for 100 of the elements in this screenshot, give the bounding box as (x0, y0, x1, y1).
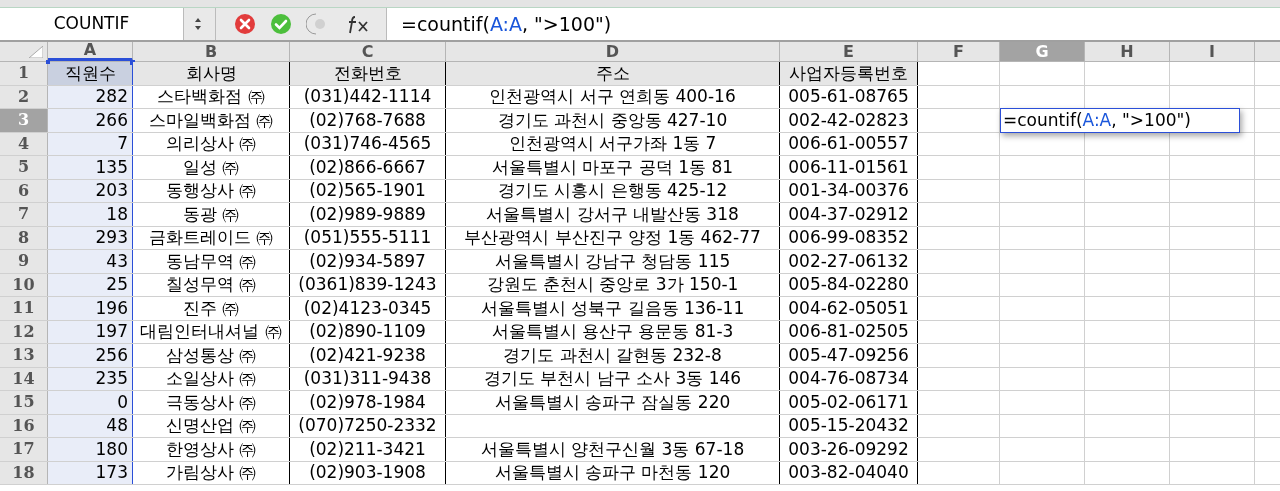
table-cell: 주소 (595, 64, 630, 82)
table-cell: 005-02-06171 (788, 393, 909, 411)
column-header[interactable]: C (290, 42, 446, 61)
table-cell: 스마일백화점 ㈜ (148, 111, 274, 129)
table-cell: 경기도 과천시 중앙동 427-10 (497, 111, 728, 129)
table-cell: 25 (106, 276, 128, 294)
table-cell: (02)989-9889 (309, 205, 426, 223)
table-cell: 004-76-08734 (788, 370, 909, 388)
table-cell: 197 (95, 323, 128, 341)
table-cell: (031)746-4565 (303, 135, 432, 153)
table-cell: (02)934-5897 (309, 252, 426, 270)
table-cell: 동광 ㈜ (182, 205, 240, 223)
column-header[interactable]: H (1085, 42, 1170, 61)
table-cell: (02)890-1109 (309, 323, 426, 341)
table-cell: 스타백화점 ㈜ (157, 88, 265, 106)
row-header[interactable]: 11 (0, 297, 48, 320)
row-header[interactable]: 14 (0, 367, 48, 390)
table-cell: 금화트레이드 ㈜ (148, 229, 274, 247)
table-cell: 일성 ㈜ (182, 158, 240, 176)
table-cell: (02)211-3421 (309, 440, 426, 458)
table-cell: 가림상사 ㈜ (165, 464, 257, 482)
name-box[interactable]: COUNTIF (0, 8, 183, 40)
row-header[interactable]: 2 (0, 85, 48, 108)
table-cell: 282 (95, 88, 128, 106)
row-header[interactable]: 6 (0, 179, 48, 202)
table-cell: 43 (106, 252, 128, 270)
table-cell: 서울특별시 마포구 공덕 1동 81 (491, 158, 734, 176)
table-cell: 235 (95, 370, 128, 388)
table-cell: 18 (106, 205, 128, 223)
table-cell: 서울특별시 강남구 청담동 115 (494, 252, 731, 270)
table-cell: 293 (95, 229, 128, 247)
row-header[interactable]: 4 (0, 132, 48, 155)
row-header[interactable]: 1 (0, 62, 48, 85)
table-cell: 회사명 (185, 64, 237, 82)
table-cell: 7 (117, 135, 128, 153)
table-cell: 의리상사 ㈜ (165, 135, 257, 153)
table-cell: 서울특별시 강서구 내발산동 318 (486, 205, 739, 223)
table-cell: (02)421-9238 (309, 346, 426, 364)
table-cell: 서울특별시 송파구 마천동 120 (494, 464, 731, 482)
table-cell: 003-82-04040 (788, 464, 909, 482)
table-cell: 0 (117, 393, 128, 411)
table-cell: (02)768-7688 (309, 111, 426, 129)
table-cell: 002-42-02823 (788, 111, 909, 129)
row-header[interactable]: 15 (0, 391, 48, 414)
cell-editor[interactable]: =countif(A:A, ">100") (1000, 108, 1240, 133)
table-cell: 삼성통상 ㈜ (165, 346, 257, 364)
row-header[interactable]: 10 (0, 273, 48, 296)
row-header[interactable]: 16 (0, 414, 48, 437)
table-cell: 004-37-02912 (788, 205, 909, 223)
row-header[interactable]: 13 (0, 344, 48, 367)
table-cell: 005-15-20432 (788, 417, 909, 435)
table-cell: (031)442-1114 (303, 88, 432, 106)
table-cell: 004-62-05051 (788, 299, 909, 317)
formula-input[interactable]: =countif(A:A, ">100") (386, 8, 1280, 40)
table-cell: 005-47-09256 (788, 346, 909, 364)
table-cell: 인천광역시 서구 연희동 400-16 (489, 88, 736, 106)
table-cell: 신명산업 ㈜ (165, 417, 257, 435)
table-cell: 002-27-06132 (788, 252, 909, 270)
table-cell: 서울특별시 성북구 길음동 136-11 (480, 299, 745, 317)
table-cell: 사업자등록번호 (789, 64, 908, 82)
row-header[interactable]: 5 (0, 156, 48, 179)
table-cell: (02)866-6667 (309, 158, 426, 176)
table-cell: 서울특별시 송파구 잠실동 220 (494, 393, 731, 411)
table-cell: (02)4123-0345 (303, 299, 432, 317)
table-cell: 006-81-02505 (788, 323, 909, 341)
row-header[interactable]: 18 (0, 461, 48, 484)
table-cell: 173 (95, 464, 128, 482)
row-header[interactable]: 17 (0, 438, 48, 461)
column-header[interactable]: I (1170, 42, 1255, 61)
row-header[interactable]: 7 (0, 203, 48, 226)
table-cell: 경기도 과천시 갈현동 232-8 (503, 346, 722, 364)
row-header[interactable]: 8 (0, 226, 48, 249)
table-cell: 극동상사 ㈜ (165, 393, 257, 411)
table-cell: 135 (95, 158, 128, 176)
table-cell: 서울특별시 양천구신월 3동 67-18 (480, 440, 745, 458)
selection-handle[interactable] (46, 60, 50, 64)
table-cell: 006-99-08352 (788, 229, 909, 247)
table-cell: 48 (106, 417, 128, 435)
table-cell: 006-61-00557 (788, 135, 909, 153)
corner-triangle-icon[interactable] (29, 46, 43, 58)
table-cell: 경기도 부천시 남구 소사 3동 146 (483, 370, 742, 388)
table-cell: 005-84-02280 (788, 276, 909, 294)
table-cell: (031)311-9438 (303, 370, 432, 388)
column-header[interactable]: E (780, 42, 918, 61)
table-cell: 직원수 (64, 64, 116, 82)
cancel-icon[interactable] (234, 13, 256, 35)
table-cell: 한영상사 ㈜ (165, 440, 257, 458)
accept-icon[interactable] (270, 13, 292, 35)
table-cell: (070)7250-2332 (298, 417, 437, 435)
table-cell: 266 (95, 111, 128, 129)
row-header[interactable]: 12 (0, 320, 48, 343)
table-cell: (0361)839-1243 (298, 276, 437, 294)
table-cell: (051)555-5111 (303, 229, 432, 247)
row-header[interactable]: 9 (0, 250, 48, 273)
table-cell: 부산광역시 부산진구 양정 1동 462-77 (464, 229, 761, 247)
table-cell: 003-26-09292 (788, 440, 909, 458)
table-cell: 196 (95, 299, 128, 317)
table-cell: 서울특별시 용산구 용문동 81-3 (491, 323, 734, 341)
table-cell: 256 (95, 346, 128, 364)
column-header[interactable]: D (446, 42, 780, 61)
